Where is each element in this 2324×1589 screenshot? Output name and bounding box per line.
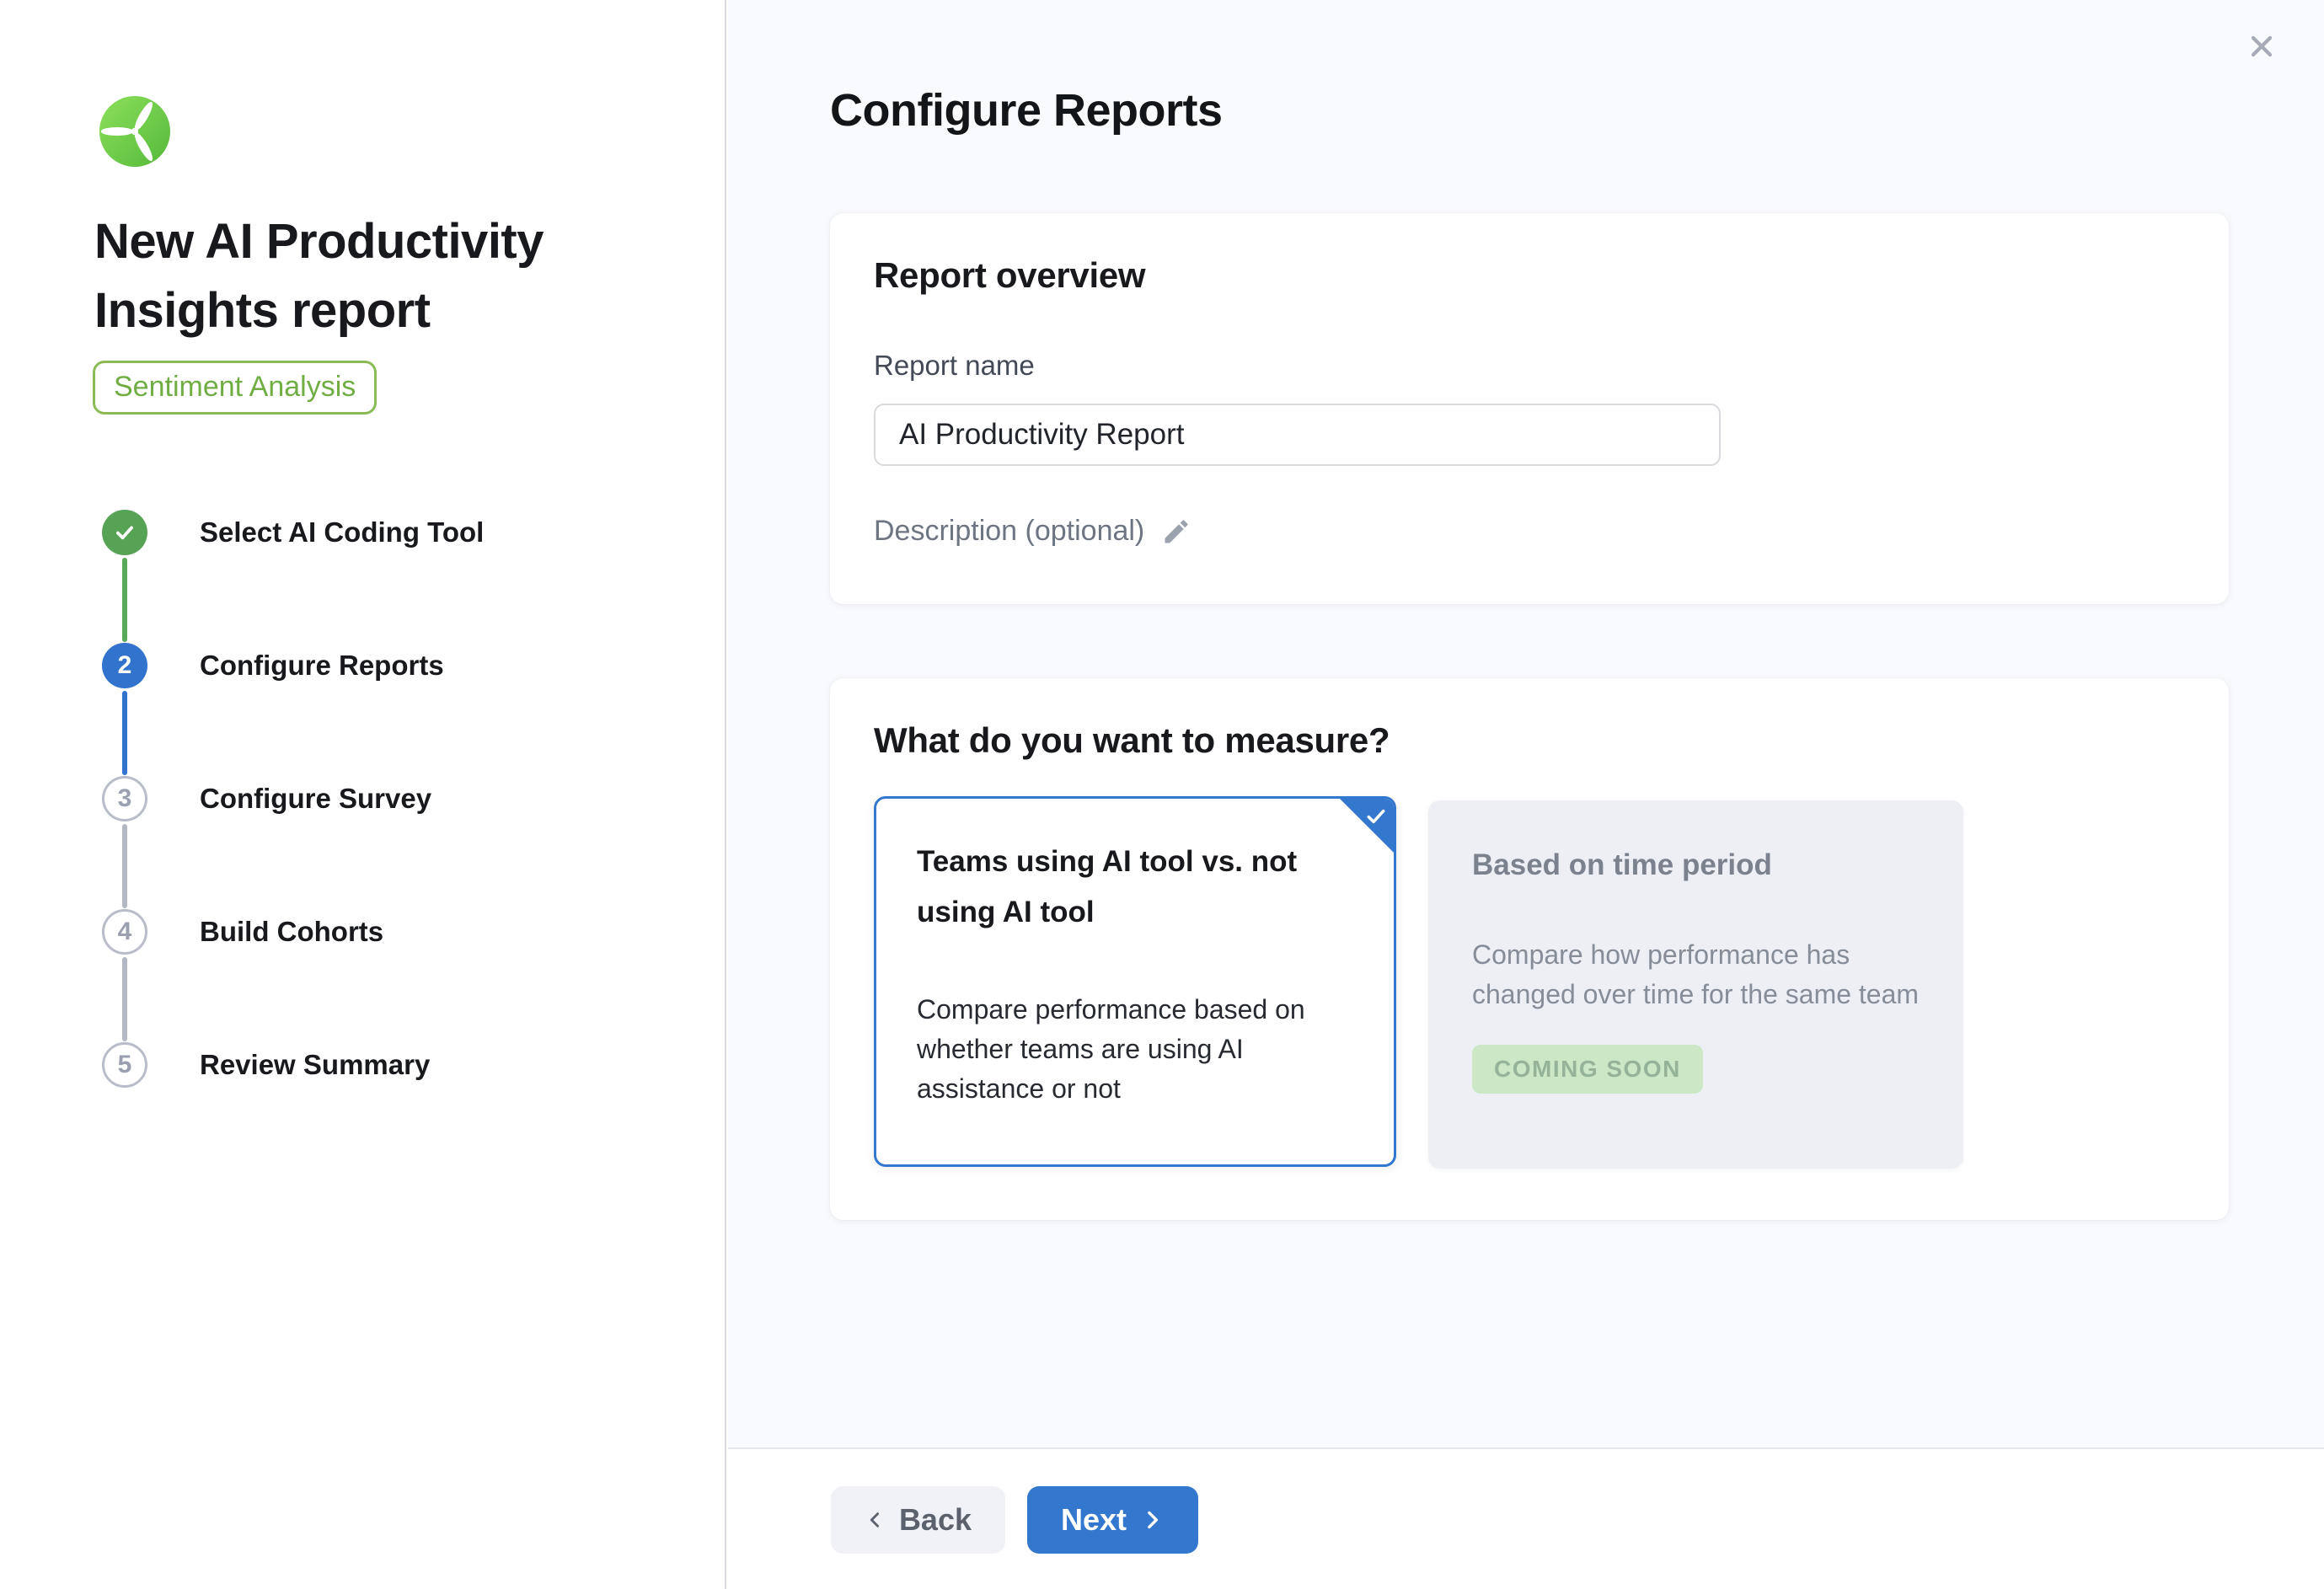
step-connector bbox=[122, 957, 127, 1041]
measure-heading: What do you want to measure? bbox=[874, 720, 2185, 761]
step-label: Build Cohorts bbox=[200, 909, 383, 955]
step-review-summary: 5 Review Summary bbox=[102, 1042, 641, 1088]
step-configure-survey: 3 Configure Survey bbox=[102, 776, 641, 909]
wizard-footer: Back Next bbox=[728, 1447, 2324, 1589]
step-connector bbox=[122, 558, 127, 642]
option-title: Based on time period bbox=[1472, 848, 1920, 883]
add-description-button[interactable]: Description (optional) bbox=[874, 515, 1191, 548]
option-teams-vs-not[interactable]: Teams using AI tool vs. not using AI too… bbox=[874, 796, 1396, 1167]
step-select-ai-coding-tool: Select AI Coding Tool bbox=[102, 510, 641, 643]
back-button[interactable]: Back bbox=[831, 1486, 1005, 1554]
step-connector bbox=[122, 824, 127, 908]
option-description: Compare performance based on whether tea… bbox=[917, 990, 1363, 1109]
step-4-number: 4 bbox=[102, 909, 147, 955]
wizard-sidebar: New AI Productivity Insights report Sent… bbox=[0, 0, 726, 1589]
measure-card: What do you want to measure? Teams using… bbox=[830, 678, 2229, 1220]
chevron-left-icon bbox=[865, 1507, 886, 1533]
option-time-period: Based on time period Compare how perform… bbox=[1428, 800, 1963, 1169]
pencil-icon bbox=[1161, 516, 1191, 547]
step-1-check-icon bbox=[102, 510, 147, 555]
step-build-cohorts: 4 Build Cohorts bbox=[102, 909, 641, 1042]
option-description: Compare how performance has changed over… bbox=[1472, 935, 1920, 1014]
measure-options: Teams using AI tool vs. not using AI too… bbox=[874, 796, 2185, 1169]
step-3-number: 3 bbox=[102, 776, 147, 821]
page-title: Configure Reports bbox=[830, 84, 1223, 136]
report-name-input[interactable] bbox=[874, 404, 1721, 466]
coming-soon-badge: COMING SOON bbox=[1472, 1045, 1703, 1094]
step-label: Select AI Coding Tool bbox=[200, 510, 484, 555]
wizard-title: New AI Productivity Insights report bbox=[94, 207, 667, 345]
report-overview-heading: Report overview bbox=[874, 255, 2185, 296]
step-5-number: 5 bbox=[102, 1042, 147, 1088]
back-button-label: Back bbox=[899, 1502, 972, 1538]
step-label: Configure Survey bbox=[200, 776, 431, 821]
option-title: Teams using AI tool vs. not using AI too… bbox=[917, 837, 1363, 938]
report-overview-card: Report overview Report name Description … bbox=[830, 213, 2229, 604]
sentiment-analysis-badge: Sentiment Analysis bbox=[93, 361, 377, 415]
propeller-logo-icon bbox=[99, 96, 170, 167]
configure-reports-panel: Configure Reports Report overview Report… bbox=[728, 0, 2324, 1589]
check-icon bbox=[1364, 805, 1388, 828]
chevron-right-icon bbox=[1140, 1507, 1165, 1533]
step-configure-reports: 2 Configure Reports bbox=[102, 643, 641, 776]
step-connector bbox=[122, 691, 127, 775]
report-name-label: Report name bbox=[874, 350, 2185, 382]
description-optional-label: Description (optional) bbox=[874, 515, 1144, 548]
next-button-label: Next bbox=[1061, 1502, 1127, 1538]
next-button[interactable]: Next bbox=[1027, 1486, 1198, 1554]
close-icon[interactable] bbox=[2243, 28, 2280, 65]
step-2-number: 2 bbox=[102, 643, 147, 688]
wizard-stepper: Select AI Coding Tool 2 Configure Report… bbox=[102, 510, 641, 1088]
step-label: Configure Reports bbox=[200, 643, 444, 688]
step-label: Review Summary bbox=[200, 1042, 430, 1088]
